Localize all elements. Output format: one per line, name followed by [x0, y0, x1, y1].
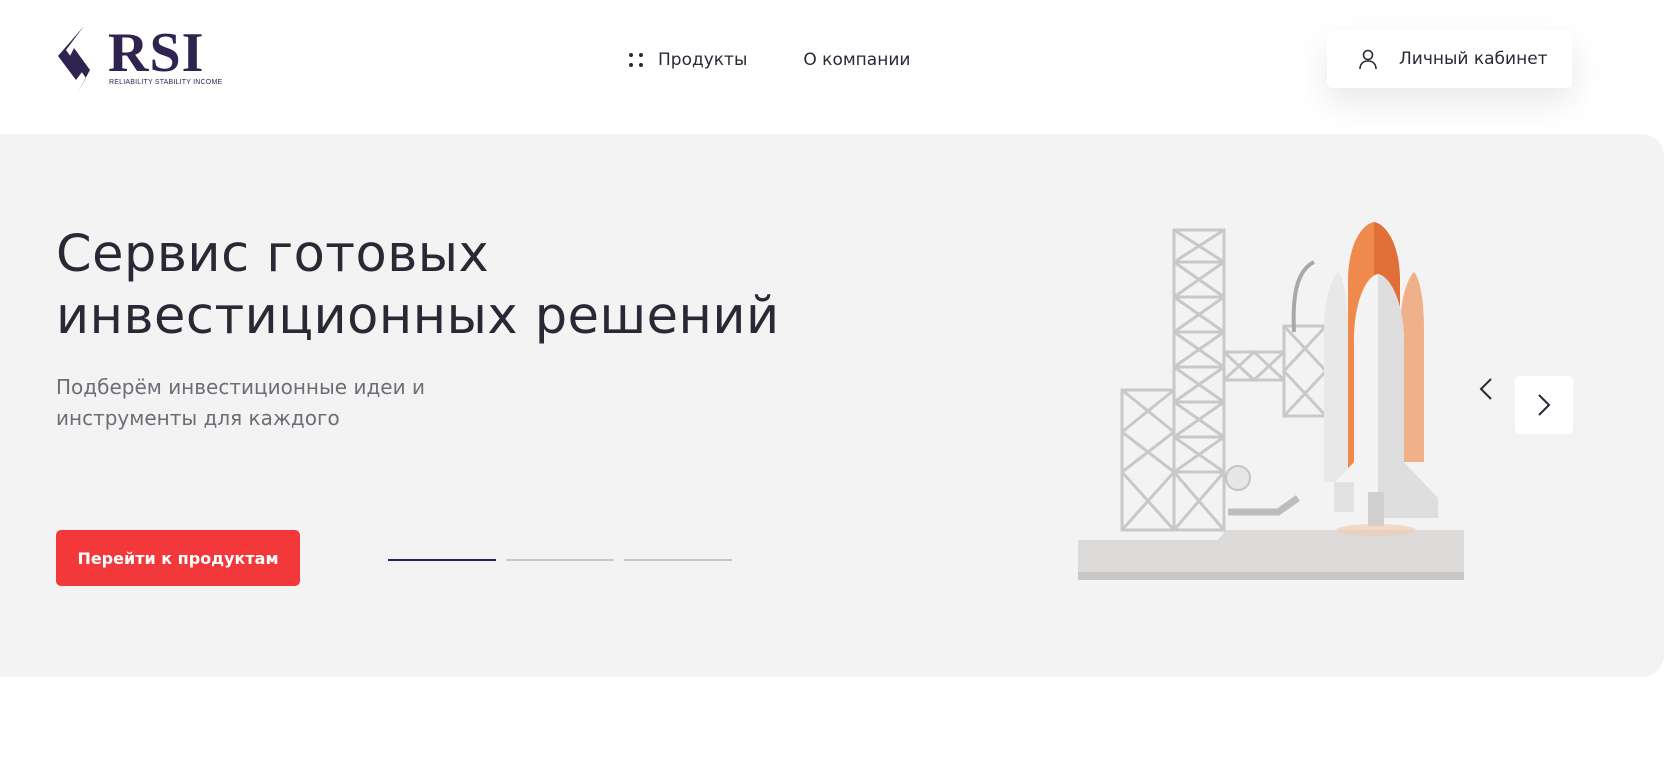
- nav-item-about-label: О компании: [803, 50, 911, 70]
- personal-account-button[interactable]: Личный кабинет: [1327, 30, 1572, 88]
- slide-indicator-3[interactable]: [624, 559, 732, 561]
- main-nav: Продукты О компании: [628, 46, 910, 74]
- rocket-launch-pad-illustration: [1078, 222, 1464, 580]
- hero-subtitle-line-1: Подберём инвестиционные идеи и: [56, 375, 425, 399]
- logo-mark-icon: [58, 26, 90, 92]
- hero-subtitle-line-2: инструменты для каждого: [56, 406, 340, 430]
- hero-title: Сервис готовых инвестиционных решений: [56, 224, 916, 348]
- logo-text: RSI: [108, 22, 205, 84]
- chevron-left-icon: [1479, 378, 1492, 400]
- go-to-products-button[interactable]: Перейти к продуктам: [56, 530, 300, 586]
- logo-tagline: RELIABILITY STABILITY INCOME: [109, 79, 223, 86]
- rsi-logo[interactable]: RSI RELIABILITY STABILITY INCOME: [56, 22, 222, 96]
- nav-item-products-label: Продукты: [658, 50, 748, 70]
- user-icon: [1359, 49, 1377, 70]
- site-header: RSI RELIABILITY STABILITY INCOME Продукт…: [0, 0, 1676, 134]
- nav-item-products[interactable]: Продукты: [628, 50, 747, 70]
- hero-slider: Сервис готовых инвестиционных решений По…: [0, 134, 1664, 677]
- slider-prev-button[interactable]: [1472, 374, 1500, 404]
- grid-dots-icon: [628, 52, 644, 68]
- slider-next-button[interactable]: [1515, 376, 1573, 434]
- chevron-right-icon: [1538, 394, 1551, 416]
- slide-indicator-2[interactable]: [506, 559, 614, 561]
- hero-title-line-2: инвестиционных решений: [56, 287, 780, 346]
- slide-indicators: [388, 559, 742, 561]
- slide-indicator-1[interactable]: [388, 559, 496, 561]
- personal-account-label: Личный кабинет: [1399, 49, 1548, 69]
- hero-title-line-1: Сервис готовых: [56, 225, 490, 284]
- hero-subtitle: Подберём инвестиционные идеи и инструмен…: [56, 372, 496, 434]
- nav-item-about[interactable]: О компании: [803, 50, 910, 70]
